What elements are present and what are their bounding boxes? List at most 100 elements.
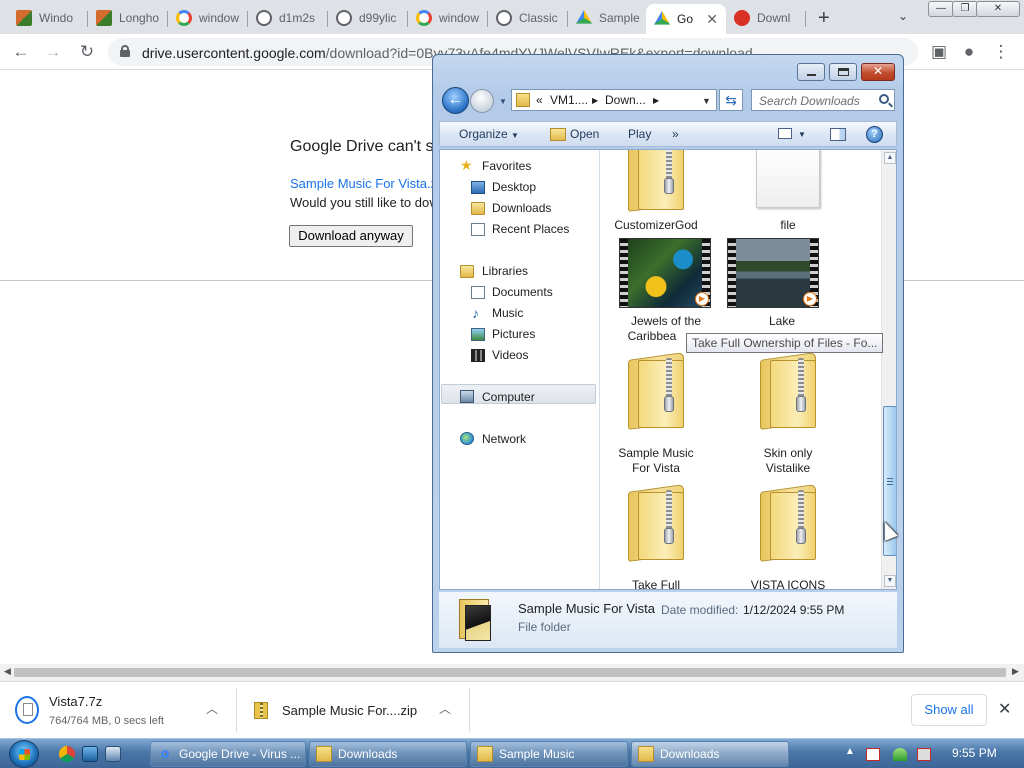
tab-d99ylic[interactable]: d99ylic <box>328 4 408 32</box>
tab-search-chevron-icon[interactable]: ⌄ <box>898 9 908 23</box>
forward-arrow-icon[interactable] <box>470 89 494 113</box>
download-name: Sample Music For....zip <box>282 703 418 718</box>
refresh-icon[interactable]: ⇆ <box>719 89 743 111</box>
tab-close-icon[interactable]: ✕ <box>706 11 718 28</box>
profile-avatar-icon[interactable]: ● <box>958 41 980 63</box>
show-desktop-icon[interactable] <box>82 746 98 762</box>
download-item-vista7[interactable]: Vista7.7z 764/764 MB, 0 secs left ︿ <box>0 688 236 732</box>
forward-arrow-icon[interactable]: → <box>42 41 64 63</box>
tab-windows[interactable]: Windo <box>8 4 88 32</box>
file-item-customizergod[interactable]: CustomizerGod <box>601 150 711 236</box>
more-commands-button[interactable]: » <box>672 127 679 141</box>
download-anyway-button[interactable]: Download anyway <box>289 225 413 247</box>
download-item-sample-music[interactable]: Sample Music For....zip ︿ <box>237 688 469 732</box>
file-item-sample-music-for-vista[interactable]: Sample Music For Vista <box>601 352 711 480</box>
nav-desktop[interactable]: Desktop <box>492 180 536 194</box>
nav-pictures[interactable]: Pictures <box>492 327 535 341</box>
search-icon[interactable] <box>879 94 889 104</box>
taskbar-sample-music-window[interactable]: Sample Music <box>470 741 628 767</box>
breadcrumb-downloads[interactable]: Down... <box>605 93 646 107</box>
recent-pages-dropdown-icon[interactable]: ▼ <box>499 97 507 106</box>
taskbar-downloads-window[interactable]: Downloads <box>309 741 467 767</box>
breadcrumb-vm1[interactable]: VM1.... <box>550 93 588 107</box>
back-arrow-icon[interactable]: ← <box>442 87 469 114</box>
address-dropdown-icon[interactable]: ▼ <box>702 96 711 106</box>
tab-google-drive-active[interactable]: Go ✕ <box>646 4 726 34</box>
explorer-quicklaunch-icon[interactable] <box>105 746 121 762</box>
close-window-button[interactable]: ✕ <box>976 1 1020 17</box>
file-label: CustomizerGod <box>614 218 698 232</box>
tab-google-search-2[interactable]: window <box>408 4 488 32</box>
file-item-lake[interactable]: ▶ Lake <box>727 238 843 332</box>
chrome-menu-icon[interactable]: ⋮ <box>990 41 1012 63</box>
taskbar-chrome-window[interactable]: Google Drive - Virus ... <box>150 741 306 767</box>
change-view-icon[interactable] <box>778 128 792 139</box>
side-panel-icon[interactable]: ▣ <box>928 41 950 63</box>
scrollbar-thumb[interactable] <box>14 668 1006 677</box>
explorer-maximize-button[interactable] <box>829 63 857 81</box>
restore-button[interactable]: ❐ <box>952 1 978 17</box>
tab-longhorn[interactable]: Longho <box>88 4 168 32</box>
explorer-minimize-button[interactable] <box>797 63 825 81</box>
explorer-close-button[interactable]: ✕ <box>861 63 895 81</box>
tab-downloads-gmail[interactable]: Downl <box>726 4 806 32</box>
file-link[interactable]: Sample Music For Vista.z <box>290 176 437 191</box>
start-button[interactable] <box>9 740 39 768</box>
taskbar-downloads-window-active[interactable]: Downloads <box>631 741 789 767</box>
nav-libraries[interactable]: Libraries <box>482 264 528 278</box>
reload-icon[interactable]: ↻ <box>76 41 98 63</box>
tab-sample-drive[interactable]: Sample <box>568 4 646 32</box>
breadcrumb-arrow-icon[interactable]: ▶ <box>592 96 598 105</box>
tray-expand-icon[interactable]: ▲ <box>845 746 855 757</box>
details-name: Sample Music For Vista <box>518 601 656 616</box>
file-label: Sample Music <box>618 446 694 460</box>
breadcrumb-arrow-icon[interactable]: ▶ <box>653 96 659 105</box>
file-item-skin-only-vistalike[interactable]: Skin only Vistalike <box>733 352 843 480</box>
globe-icon <box>256 10 272 26</box>
explorer-address-bar[interactable]: « VM1.... ▶ Down... ▶ ▼ <box>511 89 717 111</box>
action-center-flag-icon[interactable] <box>866 748 880 761</box>
volume-muted-icon[interactable] <box>917 748 931 761</box>
nav-documents[interactable]: Documents <box>492 285 553 299</box>
explorer-search-box[interactable]: Search Downloads <box>751 89 895 111</box>
file-item-take-full[interactable]: Take Full <box>601 484 711 589</box>
tab-d1m2s[interactable]: d1m2s <box>248 4 328 32</box>
zip-folder-icon <box>760 352 816 430</box>
network-globe-icon <box>460 432 474 445</box>
scroll-right-icon[interactable]: ▶ <box>1012 666 1019 677</box>
show-all-button[interactable]: Show all <box>911 694 987 726</box>
nav-network[interactable]: Network <box>482 432 526 446</box>
minimize-button[interactable]: — <box>928 1 954 17</box>
scroll-up-icon[interactable]: ▲ <box>884 152 896 164</box>
preview-pane-icon[interactable] <box>830 128 846 141</box>
nav-music[interactable]: Music <box>492 306 523 320</box>
scroll-down-icon[interactable]: ▼ <box>884 575 896 587</box>
tab-label: window <box>199 11 240 25</box>
horizontal-scrollbar[interactable]: ◀ ▶ <box>0 664 1024 681</box>
nav-downloads[interactable]: Downloads <box>492 201 551 215</box>
nav-favorites[interactable]: Favorites <box>482 159 531 173</box>
close-shelf-icon[interactable]: ✕ <box>998 699 1011 719</box>
network-signal-icon[interactable] <box>893 748 907 761</box>
chevron-up-icon[interactable]: ︿ <box>439 700 451 717</box>
nav-recent-places[interactable]: Recent Places <box>492 222 569 236</box>
file-item-vista-icons[interactable]: VISTA ICONS <box>733 484 843 589</box>
organize-button[interactable]: Organize ▼ <box>459 127 519 141</box>
tab-google-search[interactable]: window <box>168 4 248 32</box>
open-button[interactable]: Open <box>570 127 599 141</box>
breadcrumb-overflow[interactable]: « <box>536 93 543 107</box>
new-tab-button[interactable]: + <box>818 7 830 30</box>
help-icon[interactable]: ? <box>866 126 883 143</box>
file-item-file[interactable]: file <box>733 150 843 236</box>
chevron-up-icon[interactable]: ︿ <box>206 700 218 717</box>
back-arrow-icon[interactable]: ← <box>10 41 32 63</box>
file-item-jewels-of-the-caribbean[interactable]: ▶ Jewels of the Caribbea <box>601 238 711 348</box>
nav-computer[interactable]: Computer <box>482 390 535 404</box>
play-button[interactable]: Play <box>628 127 651 141</box>
tab-classic[interactable]: Classic <box>488 4 568 32</box>
nav-videos[interactable]: Videos <box>492 348 528 362</box>
scroll-left-icon[interactable]: ◀ <box>4 666 11 677</box>
view-dropdown-icon[interactable]: ▼ <box>798 130 806 139</box>
chrome-quicklaunch-icon[interactable] <box>59 746 75 762</box>
clock[interactable]: 9:55 PM <box>952 746 997 760</box>
